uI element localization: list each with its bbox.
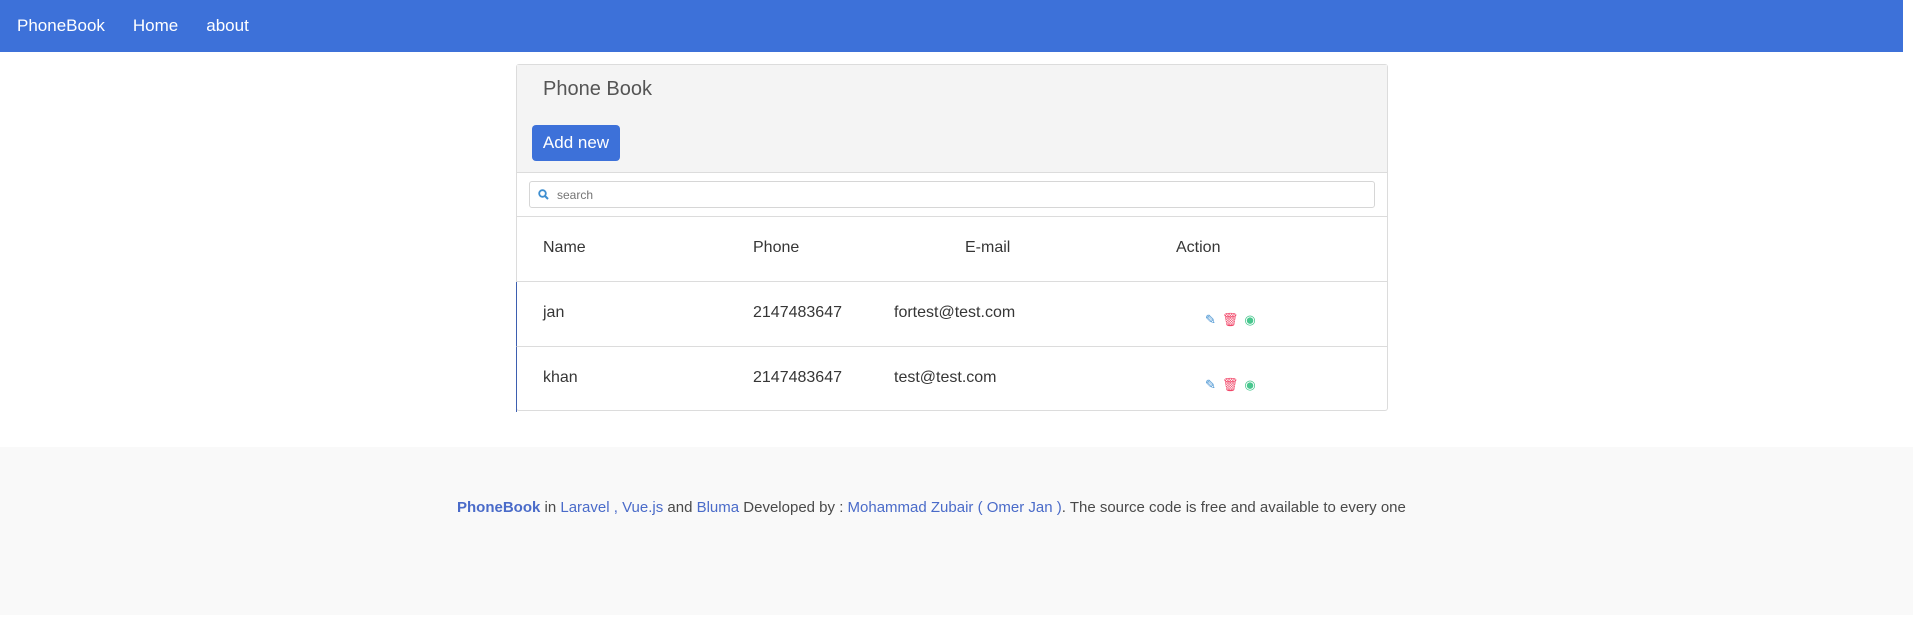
footer-in: in (540, 499, 561, 516)
edit-icon[interactable]: ✎ (1205, 378, 1216, 391)
table-header: Name Phone E-mail Action (517, 217, 1387, 282)
edit-icon[interactable]: ✎ (1205, 313, 1216, 326)
col-action: Action (1176, 239, 1221, 256)
nav-home[interactable]: Home (133, 16, 178, 36)
vue-link[interactable]: Vue.js (622, 499, 663, 516)
add-new-button[interactable]: Add new (532, 125, 620, 161)
navbar: PhoneBook Home about (0, 0, 1903, 52)
nav-about[interactable]: about (206, 16, 249, 36)
card-header: Phone Book Add new (517, 65, 1387, 173)
delete-icon[interactable]: 🗑︎ (1222, 378, 1239, 391)
col-name: Name (543, 239, 586, 256)
table-row: jan 2147483647 fortest@test.com ✎ 🗑︎ ◉ (516, 282, 1387, 347)
table-row: khan 2147483647 test@test.com ✎ 🗑︎ ◉ (516, 347, 1387, 412)
laravel-link[interactable]: Laravel , (560, 499, 618, 516)
card-title: Phone Book (543, 78, 652, 100)
search-icon (538, 185, 549, 205)
row-phone: 2147483647 (753, 304, 842, 321)
search-row (517, 173, 1387, 217)
nav-brand[interactable]: PhoneBook (17, 16, 105, 36)
col-phone: Phone (753, 239, 800, 256)
phonebook-card: Phone Book Add new Name Phone E-mail Act… (516, 64, 1388, 412)
row-name: jan (543, 304, 565, 321)
search-field[interactable] (529, 181, 1375, 208)
footer-text: PhoneBook in Laravel , Vue.js and Bluma … (457, 499, 1406, 516)
delete-icon[interactable]: 🗑︎ (1222, 313, 1239, 326)
view-icon[interactable]: ◉ (1244, 313, 1255, 326)
row-phone: 2147483647 (753, 369, 842, 386)
footer-rest: . The source code is free and available … (1061, 499, 1406, 516)
row-email: test@test.com (894, 369, 997, 386)
footer-brand: PhoneBook (457, 499, 541, 516)
row-email: fortest@test.com (894, 304, 1016, 321)
footer-and: and (663, 499, 697, 516)
author-link[interactable]: Mohammad Zubair ( Omer Jan ) (848, 499, 1062, 516)
bluma-link[interactable]: Bluma (697, 499, 740, 516)
row-name: khan (543, 369, 578, 386)
view-icon[interactable]: ◉ (1244, 378, 1255, 391)
col-email: E-mail (965, 239, 1011, 256)
footer-dev: Developed by : (739, 499, 848, 516)
search-input[interactable] (557, 187, 1357, 202)
footer: PhoneBook in Laravel , Vue.js and Bluma … (0, 447, 1913, 615)
